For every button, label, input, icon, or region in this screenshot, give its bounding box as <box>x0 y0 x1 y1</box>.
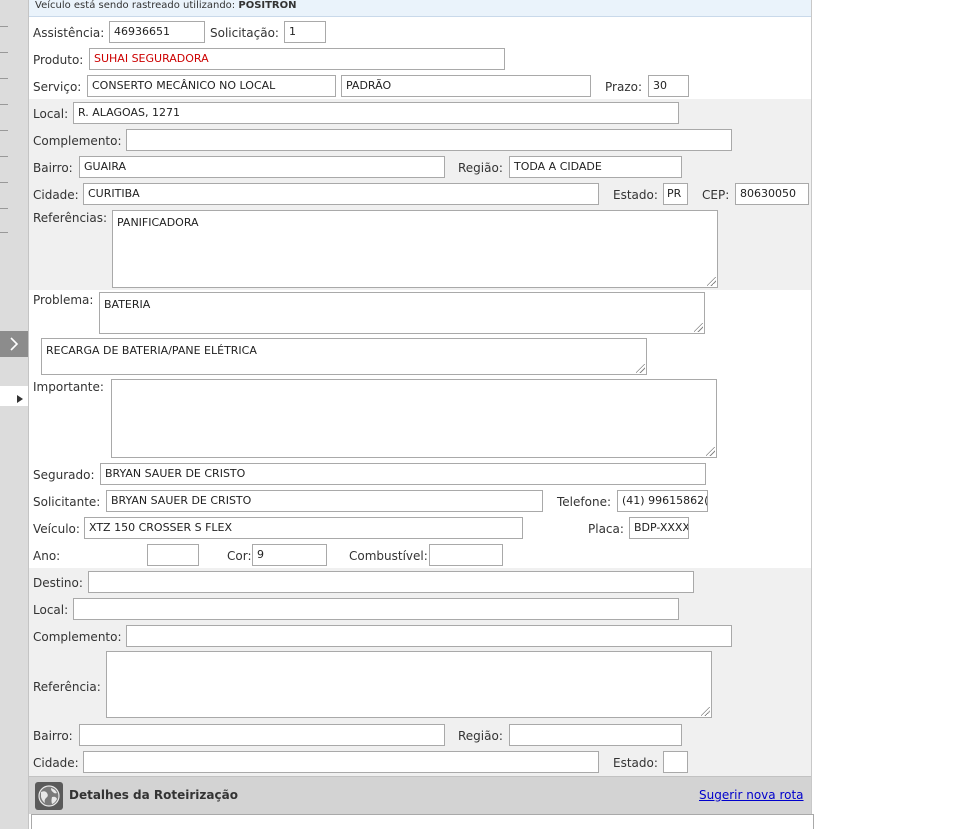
globe-icon <box>35 782 63 813</box>
resize-grip-icon[interactable] <box>701 707 710 716</box>
solicitante-label: Solicitante: <box>33 495 101 509</box>
bairro-label: Bairro: <box>33 161 73 175</box>
telefone-label: Telefone: <box>557 495 611 509</box>
tracking-banner: Veículo está sendo rastreado utilizando:… <box>29 0 811 17</box>
destino-cidade-label: Cidade: <box>33 756 79 770</box>
destino-label: Destino: <box>33 576 83 590</box>
servico-field[interactable]: CONSERTO MECÂNICO NO LOCAL <box>87 75 336 97</box>
placa-field[interactable]: BDP-XXXX <box>629 517 689 539</box>
regiao-label: Região: <box>458 161 503 175</box>
destino-regiao-label: Região: <box>458 729 503 743</box>
solicitacao-label: Solicitação: <box>210 26 279 40</box>
resize-grip-icon[interactable] <box>707 277 716 286</box>
destino-bairro-label: Bairro: <box>33 729 73 743</box>
panel-right-border <box>811 0 812 829</box>
referencias-label: Referências: <box>33 211 108 225</box>
routing-header: Detalhes da Roteirização Sugerir nova ro… <box>29 776 811 814</box>
ano-field[interactable] <box>147 544 199 566</box>
local-field[interactable]: R. ALAGOAS, 1271 <box>73 102 679 124</box>
cidade-label: Cidade: <box>33 188 79 202</box>
destino-referencia-textarea[interactable] <box>106 651 712 718</box>
chevron-right-icon <box>8 336 20 355</box>
referencias-textarea[interactable]: PANIFICADORA <box>112 210 718 288</box>
complemento-label: Complemento: <box>33 134 122 148</box>
destino-cidade-field[interactable] <box>83 751 599 773</box>
referencias-text: PANIFICADORA <box>117 216 199 229</box>
importante-label: Importante: <box>33 380 104 394</box>
combustivel-label: Combustível: <box>349 549 428 563</box>
problema-textarea[interactable]: BATERIA <box>99 292 705 334</box>
prazo-field[interactable]: 30 <box>648 75 689 97</box>
triangle-right-icon <box>17 392 23 406</box>
routing-title: Detalhes da Roteirização <box>69 788 238 802</box>
placa-label: Placa: <box>588 522 624 536</box>
assistencia-field[interactable]: 46936651 <box>109 21 205 43</box>
problema-detalhe-textarea[interactable]: RECARGA DE BATERIA/PANE ELÉTRICA <box>41 338 647 375</box>
tracking-prefix: Veículo está sendo rastreado utilizando: <box>35 0 236 11</box>
destino-complemento-label: Complemento: <box>33 630 122 644</box>
solicitacao-field[interactable]: 1 <box>284 21 326 43</box>
segurado-field[interactable]: BRYAN SAUER DE CRISTO <box>100 463 706 485</box>
destino-complemento-field[interactable] <box>126 625 732 647</box>
sidebar-toggle-button[interactable] <box>0 331 28 357</box>
bairro-field[interactable]: GUAIRA <box>79 156 445 178</box>
left-sidebar <box>0 0 29 829</box>
cor-label: Cor: <box>227 549 252 563</box>
segurado-label: Segurado: <box>33 468 95 482</box>
estado-field[interactable]: PR <box>663 183 688 205</box>
problema-detalhe-text: RECARGA DE BATERIA/PANE ELÉTRICA <box>46 344 257 357</box>
prazo-label: Prazo: <box>605 80 642 94</box>
destino-bairro-field[interactable] <box>79 724 445 746</box>
solicitante-field[interactable]: BRYAN SAUER DE CRISTO <box>106 490 543 512</box>
assistencia-label: Assistência: <box>33 26 105 40</box>
resize-grip-icon[interactable] <box>706 447 715 456</box>
destino-estado-field[interactable] <box>663 751 688 773</box>
importante-textarea[interactable] <box>111 379 717 458</box>
routing-content-box <box>31 814 814 829</box>
telefone-field[interactable]: (41) 99615862( <box>617 490 708 512</box>
destino-field[interactable] <box>88 571 694 593</box>
problema-text: BATERIA <box>104 298 151 311</box>
regiao-field[interactable]: TODA A CIDADE <box>509 156 682 178</box>
complemento-field[interactable] <box>126 129 732 151</box>
cidade-field[interactable]: CURITIBA <box>83 183 599 205</box>
sidebar-expand-arrow[interactable] <box>0 386 28 406</box>
cep-field[interactable]: 80630050 <box>735 183 809 205</box>
destino-referencia-label: Referência: <box>33 680 101 694</box>
tracking-provider: POSITRON <box>238 0 297 11</box>
produto-label: Produto: <box>33 53 84 67</box>
suggest-route-link[interactable]: Sugerir nova rota <box>699 788 804 802</box>
estado-label: Estado: <box>613 188 658 202</box>
servico-label: Serviço: <box>33 80 82 94</box>
destino-local-label: Local: <box>33 603 69 617</box>
cor-field[interactable]: 9 <box>252 544 327 566</box>
veiculo-label: Veículo: <box>33 522 80 536</box>
veiculo-field[interactable]: XTZ 150 CROSSER S FLEX <box>84 517 523 539</box>
resize-grip-icon[interactable] <box>636 364 645 373</box>
produto-field[interactable]: SUHAI SEGURADORA <box>89 48 505 70</box>
problema-label: Problema: <box>33 293 94 307</box>
destino-regiao-field[interactable] <box>509 724 682 746</box>
servico-tipo-field[interactable]: PADRÃO <box>341 75 591 97</box>
destino-local-field[interactable] <box>73 598 679 620</box>
ano-label: Ano: <box>33 549 61 563</box>
cep-label: CEP: <box>702 188 730 202</box>
resize-grip-icon[interactable] <box>694 323 703 332</box>
destino-estado-label: Estado: <box>613 756 658 770</box>
combustivel-field[interactable] <box>429 544 503 566</box>
local-label: Local: <box>33 107 69 121</box>
